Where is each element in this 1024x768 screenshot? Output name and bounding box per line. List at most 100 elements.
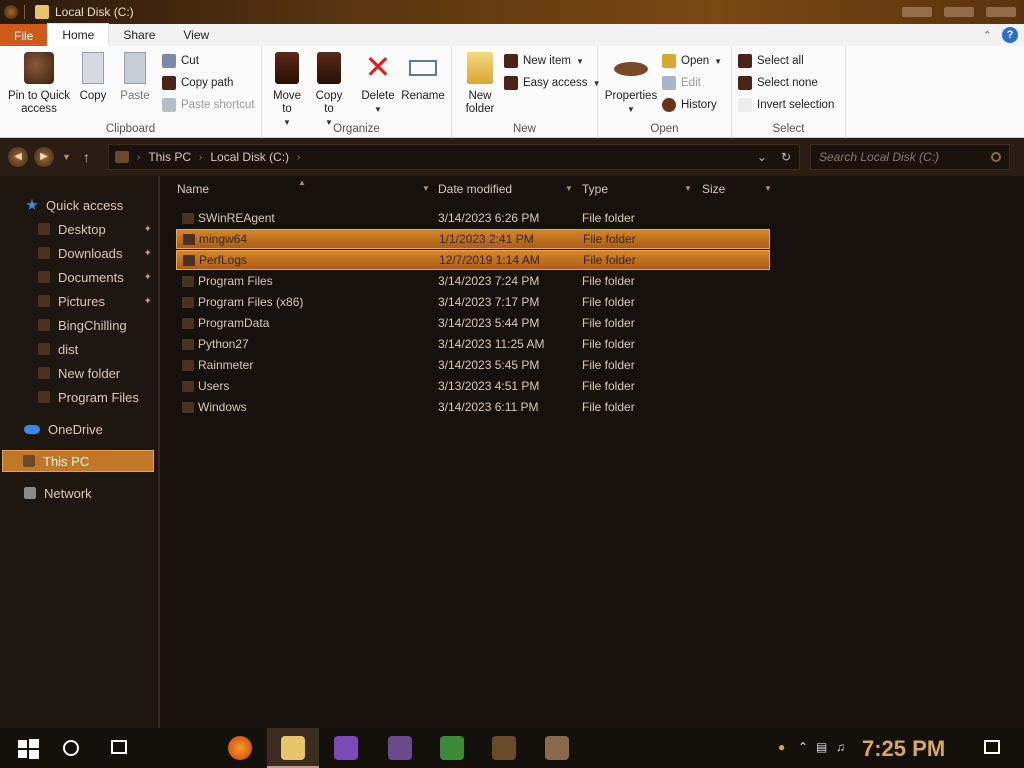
pin-to-quick-access-button[interactable]: Pin to Quick access xyxy=(6,52,72,116)
column-header-date[interactable]: Date modified xyxy=(438,182,512,196)
table-row[interactable]: mingw64 1/1/2023 2:41 PM File folder xyxy=(176,229,770,249)
easy-access-icon xyxy=(504,76,518,90)
sidebar-item-bingchilling[interactable]: BingChilling xyxy=(0,314,158,336)
table-row[interactable]: PerfLogs 12/7/2019 1:14 AM File folder xyxy=(176,250,770,270)
start-windows-icon[interactable] xyxy=(14,734,42,762)
open-button[interactable]: Open ▼ xyxy=(662,54,722,68)
refresh-icon[interactable]: ↻ xyxy=(781,150,791,164)
move-to-button[interactable]: Move to ▼ xyxy=(268,52,306,129)
column-filter-icon[interactable]: ▼ xyxy=(764,184,772,193)
new-item-button[interactable]: New item ▼ xyxy=(504,54,584,68)
tab-file[interactable]: File xyxy=(0,24,48,46)
maximize-button[interactable] xyxy=(944,7,974,17)
pin-icon: ✦ xyxy=(143,271,152,283)
tab-share[interactable]: Share xyxy=(109,24,169,46)
cortana-icon[interactable] xyxy=(63,740,79,756)
new-group-label: New xyxy=(512,123,536,135)
breadcrumb-separator-icon[interactable]: › xyxy=(297,152,300,163)
sidebar-item-pictures[interactable]: Pictures ✦ xyxy=(0,290,158,312)
tab-home[interactable]: Home xyxy=(47,23,110,46)
table-row[interactable]: Rainmeter 3/14/2023 5:45 PM File folder xyxy=(176,355,770,375)
notifications-icon[interactable] xyxy=(984,740,1000,754)
new-folder-button[interactable]: New folder xyxy=(460,52,500,116)
rename-button[interactable]: Rename xyxy=(400,52,446,103)
breadcrumb-separator-icon[interactable]: › xyxy=(137,152,140,163)
search-box[interactable]: Search Local Disk (C:) xyxy=(810,144,1010,170)
sidebar-item-program-files[interactable]: Program Files xyxy=(0,386,158,408)
clock[interactable]: 7:25 PM xyxy=(862,736,945,762)
properties-button[interactable]: Properties ▼ xyxy=(602,52,660,116)
address-dropdown-icon[interactable]: ⌄ xyxy=(757,150,767,164)
recent-locations-icon[interactable]: ▼ xyxy=(62,152,71,162)
copy-button[interactable]: Copy xyxy=(76,52,110,103)
collapse-ribbon-icon[interactable]: ⌃ xyxy=(983,29,992,42)
app-orb-icon[interactable] xyxy=(4,5,18,19)
column-filter-icon[interactable]: ▼ xyxy=(422,184,430,193)
cut-button[interactable]: Cut xyxy=(162,54,199,68)
sidebar-item-onedrive[interactable]: OneDrive xyxy=(0,418,158,440)
forward-button[interactable]: ▶ xyxy=(34,147,54,167)
easy-access-button[interactable]: Easy access ▼ xyxy=(504,76,600,90)
new-folder-icon xyxy=(467,52,493,84)
sidebar-item-documents[interactable]: Documents ✦ xyxy=(0,266,158,288)
sidebar-item-network[interactable]: Network xyxy=(0,482,158,504)
table-row[interactable]: ProgramData 3/14/2023 5:44 PM File folde… xyxy=(176,313,770,333)
folder-icon xyxy=(38,343,50,355)
media-app-icon[interactable] xyxy=(492,736,516,760)
select-group-label: Select xyxy=(772,123,805,135)
copy-path-button[interactable]: Copy path xyxy=(162,76,233,90)
app-icon[interactable] xyxy=(545,736,569,760)
column-filter-icon[interactable]: ▼ xyxy=(565,184,573,193)
delete-button[interactable]: ✕ Delete ▼ xyxy=(360,51,396,116)
table-row[interactable]: Python27 3/14/2023 11:25 AM File folder xyxy=(176,334,770,354)
volume-icon[interactable]: ♫ xyxy=(836,740,845,754)
sidebar-item-downloads[interactable]: Downloads ✦ xyxy=(0,242,158,264)
tray-app-icon[interactable]: ● xyxy=(778,740,785,754)
copy-to-button[interactable]: Copy to ▼ xyxy=(310,52,348,129)
close-button[interactable] xyxy=(986,7,1016,17)
game-app-icon[interactable] xyxy=(388,736,412,760)
select-all-button[interactable]: Select all xyxy=(738,54,804,68)
cloud-icon xyxy=(24,424,40,434)
table-row[interactable]: Program Files (x86) 3/14/2023 7:17 PM Fi… xyxy=(176,292,770,312)
column-header-type[interactable]: Type xyxy=(582,182,608,196)
open-icon xyxy=(662,54,676,68)
tab-view[interactable]: View xyxy=(169,24,223,46)
help-icon[interactable]: ? xyxy=(1002,27,1018,43)
paste-button[interactable]: Paste xyxy=(118,52,152,103)
table-row[interactable]: Windows 3/14/2023 6:11 PM File folder xyxy=(176,397,770,417)
sidebar-item-quick-access[interactable]: Quick access xyxy=(0,194,158,216)
sidebar-item-this-pc[interactable]: This PC xyxy=(2,450,154,472)
column-header-size[interactable]: Size xyxy=(702,182,725,196)
back-button[interactable]: ◀ xyxy=(8,147,28,167)
sidebar-item-desktop[interactable]: Desktop ✦ xyxy=(0,218,158,240)
sidebar-item-dist[interactable]: dist xyxy=(0,338,158,360)
show-hidden-icons-icon[interactable]: ⌃ xyxy=(798,740,808,754)
address-bar[interactable]: › This PC › Local Disk (C:) › ⌄ ↻ xyxy=(108,144,800,170)
column-header-name[interactable]: Name xyxy=(177,182,209,196)
file-explorer-icon[interactable] xyxy=(281,736,305,760)
table-row[interactable]: SWinREAgent 3/14/2023 6:26 PM File folde… xyxy=(176,208,770,228)
network-icon[interactable]: ▤ xyxy=(816,740,827,754)
breadcrumb-local-disk[interactable]: Local Disk (C:) xyxy=(210,150,289,164)
folder-icon[interactable] xyxy=(35,5,49,19)
up-arrow-icon[interactable]: ↑ xyxy=(83,149,90,165)
search-icon xyxy=(991,152,1001,162)
history-button[interactable]: History xyxy=(662,98,717,112)
task-view-icon[interactable] xyxy=(111,740,127,754)
column-filter-icon[interactable]: ▼ xyxy=(684,184,692,193)
table-row[interactable]: Program Files 3/14/2023 7:24 PM File fol… xyxy=(176,271,770,291)
select-none-button[interactable]: Select none xyxy=(738,76,818,90)
minimize-button[interactable] xyxy=(902,7,932,17)
notepad-icon[interactable] xyxy=(440,736,464,760)
firefox-icon[interactable] xyxy=(228,736,252,760)
invert-selection-button[interactable]: Invert selection xyxy=(738,98,834,112)
sidebar-item-new-folder[interactable]: New folder xyxy=(0,362,158,384)
folder-icon xyxy=(183,254,195,266)
edit-button[interactable]: Edit xyxy=(662,76,701,90)
table-row[interactable]: Users 3/13/2023 4:51 PM File folder xyxy=(176,376,770,396)
visual-studio-icon[interactable] xyxy=(334,736,358,760)
breadcrumb-this-pc[interactable]: This PC xyxy=(148,150,191,164)
paste-shortcut-button[interactable]: Paste shortcut xyxy=(162,98,255,112)
breadcrumb-separator-icon[interactable]: › xyxy=(199,152,202,163)
